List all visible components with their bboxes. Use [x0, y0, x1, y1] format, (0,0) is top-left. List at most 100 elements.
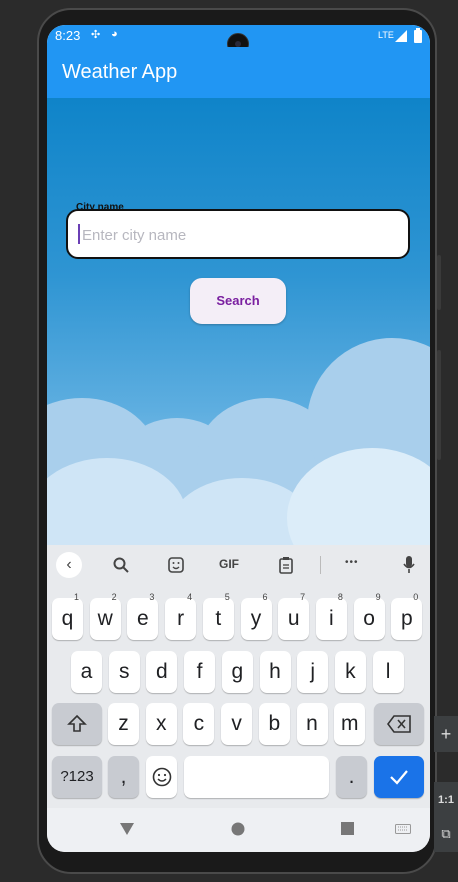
key-label: n	[306, 712, 318, 735]
key-number-hint: 3	[149, 592, 155, 602]
key-label: j	[310, 660, 316, 683]
checkmark-icon	[390, 770, 408, 785]
key-label: c	[193, 712, 205, 735]
period-key[interactable]: .	[336, 756, 367, 798]
battery-icon	[414, 28, 422, 43]
key-label: b	[268, 712, 281, 735]
keyboard-back-icon[interactable]: ‹	[56, 552, 82, 578]
key-label: u	[287, 607, 300, 630]
key-o[interactable]: o9	[353, 592, 385, 640]
more-options-icon[interactable]: •••	[345, 557, 359, 568]
back-nav-icon[interactable]	[120, 823, 134, 835]
key-x[interactable]: x	[145, 703, 177, 745]
key-a[interactable]: a	[71, 651, 102, 693]
soft-keyboard: ‹ GIF ••• ?123 , . q1w2e3r4t5y6u7i8o9p0a…	[47, 545, 430, 808]
key-k[interactable]: k	[334, 651, 366, 693]
key-r[interactable]: r4	[165, 592, 197, 640]
key-label: m	[340, 712, 359, 735]
volume-button[interactable]	[437, 255, 441, 310]
emoji-icon	[152, 767, 171, 787]
clipboard-icon[interactable]	[279, 556, 293, 574]
microphone-icon[interactable]	[403, 555, 415, 575]
key-s[interactable]: s	[108, 651, 140, 693]
key-number-hint: 4	[187, 592, 193, 602]
key-d[interactable]: d	[146, 651, 178, 693]
gif-button[interactable]: GIF	[219, 557, 239, 571]
key-label: z	[118, 712, 129, 735]
system-navigation-bar	[47, 808, 430, 852]
key-label: q	[61, 607, 74, 630]
key-label: h	[269, 660, 281, 683]
key-p[interactable]: p0	[391, 592, 423, 640]
city-name-input[interactable]	[80, 221, 404, 249]
key-label: o	[363, 607, 375, 630]
key-f[interactable]: f	[184, 651, 216, 693]
city-name-field[interactable]	[66, 209, 410, 259]
key-c[interactable]: c	[183, 703, 215, 745]
shift-key[interactable]	[52, 703, 102, 745]
key-g[interactable]: g	[221, 651, 253, 693]
key-label: t	[215, 607, 222, 630]
enter-key[interactable]	[374, 756, 424, 798]
phone-screen: 8:23 ✣ ◕ LTE Weather App City name Searc…	[47, 25, 430, 852]
key-q[interactable]: q1	[52, 592, 83, 640]
comma-key[interactable]: ,	[108, 756, 139, 798]
sticker-icon[interactable]	[168, 557, 184, 573]
keyboard-switch-icon[interactable]	[395, 824, 411, 834]
key-label: f	[196, 660, 203, 683]
key-label: y	[250, 607, 262, 630]
home-nav-icon[interactable]	[231, 822, 245, 836]
app-title: Weather App	[62, 61, 178, 83]
emulator-zoom-label[interactable]: 1:1	[434, 782, 458, 818]
key-v[interactable]: v	[221, 703, 253, 745]
key-label: e	[137, 607, 149, 630]
key-i[interactable]: i8	[315, 592, 347, 640]
key-e[interactable]: e3	[127, 592, 159, 640]
emulator-fit-icon[interactable]: ⧉	[434, 816, 458, 852]
key-l[interactable]: l	[372, 651, 404, 693]
backspace-key[interactable]	[374, 703, 424, 745]
emulator-zoom-in-icon[interactable]: +	[434, 716, 458, 752]
key-label: a	[80, 660, 93, 683]
key-label: k	[345, 660, 356, 683]
space-key[interactable]	[184, 756, 329, 798]
key-h[interactable]: h	[259, 651, 291, 693]
key-m[interactable]: m	[334, 703, 366, 745]
key-label: s	[118, 660, 130, 683]
key-label: g	[231, 660, 244, 683]
key-j[interactable]: j	[297, 651, 329, 693]
key-w[interactable]: w2	[89, 592, 121, 640]
key-b[interactable]: b	[258, 703, 290, 745]
key-t[interactable]: t5	[202, 592, 234, 640]
key-y[interactable]: y6	[240, 592, 272, 640]
key-label: l	[385, 660, 391, 683]
search-button[interactable]: Search	[190, 278, 286, 324]
key-number-hint: 6	[262, 592, 268, 602]
network-type: LTE	[378, 30, 394, 40]
key-label: i	[329, 607, 334, 630]
emoji-key[interactable]	[146, 756, 177, 798]
symbols-key[interactable]: ?123	[52, 756, 102, 798]
shift-icon	[67, 714, 87, 732]
key-number-hint: 5	[224, 592, 230, 602]
key-n[interactable]: n	[296, 703, 328, 745]
recents-nav-icon[interactable]	[341, 822, 354, 835]
key-u[interactable]: u7	[278, 592, 310, 640]
key-number-hint: 9	[375, 592, 381, 602]
key-label: v	[231, 712, 242, 735]
search-icon[interactable]	[113, 557, 129, 573]
key-z[interactable]: z	[108, 703, 139, 745]
sky-background: City name Search	[47, 98, 430, 545]
key-number-hint: 7	[300, 592, 306, 602]
key-number-hint: 1	[73, 592, 79, 602]
key-label: d	[156, 660, 168, 683]
power-button[interactable]	[437, 350, 441, 460]
toolbar-divider	[320, 556, 321, 574]
fan-icon: ✣	[91, 29, 101, 41]
key-label: r	[177, 607, 185, 630]
app-bar: Weather App	[47, 47, 430, 98]
app-notification-icon: ◕	[111, 28, 118, 40]
key-number-hint: 0	[413, 592, 419, 602]
key-number-hint: 8	[337, 592, 343, 602]
key-number-hint: 2	[111, 592, 117, 602]
